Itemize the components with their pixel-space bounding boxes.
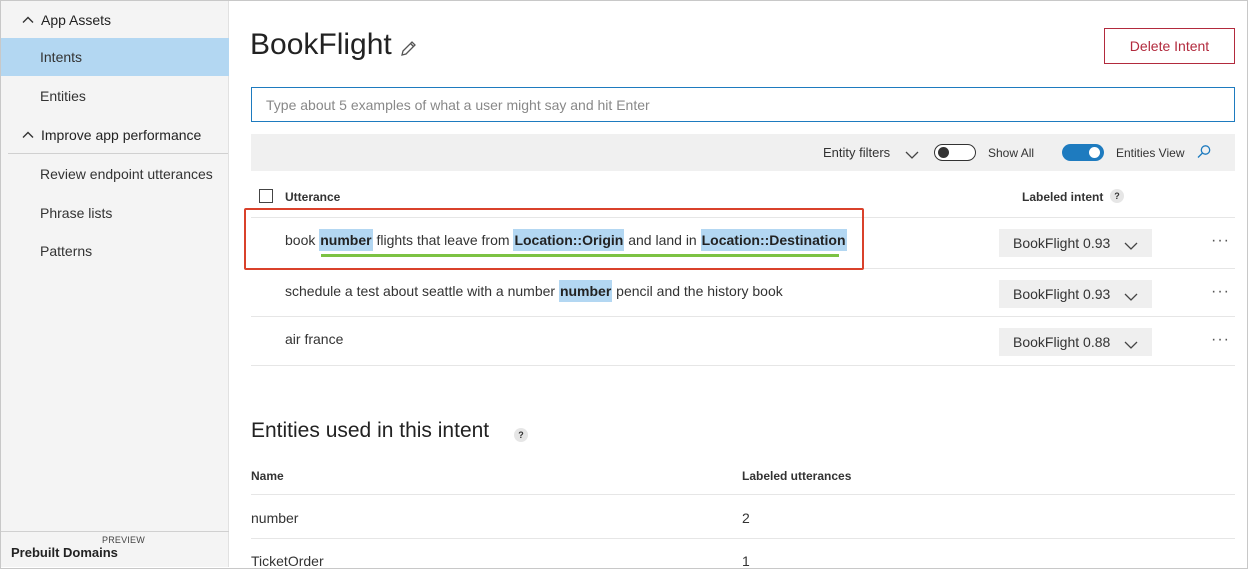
utterance-text: book number flights that leave from Loca…: [285, 229, 847, 251]
sidebar-item-entities[interactable]: Entities: [1, 77, 229, 115]
show-all-label: Show All: [988, 146, 1035, 160]
table-row[interactable]: book number flights that leave from Loca…: [251, 217, 1235, 267]
chevron-down-icon: [1124, 238, 1138, 254]
more-options-icon[interactable]: ···: [1211, 233, 1230, 249]
utterance-column-header[interactable]: Utterance: [285, 190, 340, 204]
utterance-text: air france: [285, 331, 344, 347]
entities-view-label: Entities View: [1116, 146, 1185, 160]
entities-view-toggle[interactable]: [1062, 144, 1104, 161]
intent-dropdown[interactable]: BookFlight 0.88: [999, 328, 1152, 356]
entity-label[interactable]: Location::Destination: [700, 229, 847, 251]
sidebar-item-review-endpoint[interactable]: Review endpoint utterances: [1, 155, 229, 193]
help-icon[interactable]: ?: [1110, 189, 1124, 203]
entity-count: 1: [742, 553, 750, 569]
sidebar-item-phrase-lists[interactable]: Phrase lists: [1, 194, 229, 232]
utterance-word: book: [285, 232, 320, 248]
sidebar-section-label: App Assets: [41, 12, 112, 28]
labeled-utterances-column-header[interactable]: Labeled utterances: [742, 469, 851, 483]
entity-label[interactable]: Location::Origin: [513, 229, 625, 251]
entity-name[interactable]: TicketOrder: [251, 553, 324, 569]
more-options-icon[interactable]: ···: [1211, 284, 1230, 300]
sidebar-section-label: Improve app performance: [41, 127, 202, 143]
intent-value: BookFlight 0.93: [1013, 286, 1111, 302]
preview-badge: PREVIEW: [102, 535, 145, 545]
utterance-text: schedule a test about seattle with a num…: [285, 280, 783, 302]
select-all-checkbox[interactable]: [259, 189, 273, 203]
table-row[interactable]: air france BookFlight 0.88 ···: [251, 316, 1235, 366]
utterance-word: and land in: [624, 232, 701, 248]
utterance-word: flights that leave from: [372, 232, 514, 248]
labeled-intent-column-header[interactable]: Labeled intent: [1022, 190, 1103, 204]
utterance-input[interactable]: [251, 87, 1235, 122]
entity-count: 2: [742, 510, 750, 526]
entity-name-column-header[interactable]: Name: [251, 469, 284, 483]
sidebar-section-improve[interactable]: Improve app performance: [1, 116, 229, 154]
intent-value: BookFlight 0.88: [1013, 334, 1111, 350]
search-icon[interactable]: [1196, 144, 1212, 165]
edit-icon[interactable]: [399, 38, 419, 58]
table-row[interactable]: schedule a test about seattle with a num…: [251, 268, 1235, 318]
chevron-up-icon: [22, 14, 34, 26]
sidebar-divider: [8, 153, 228, 154]
page-title: BookFlight: [250, 28, 392, 61]
intent-value: BookFlight 0.93: [1013, 235, 1111, 251]
entities-section-title: Entities used in this intent: [251, 419, 490, 442]
chevron-up-icon: [22, 129, 34, 141]
entity-filters-label[interactable]: Entity filters: [823, 145, 890, 160]
intent-dropdown[interactable]: BookFlight 0.93: [999, 280, 1152, 308]
table-row[interactable]: TicketOrder 1: [251, 538, 1235, 569]
entity-name[interactable]: number: [251, 510, 298, 526]
table-row[interactable]: number 2: [251, 494, 1235, 538]
utterance-word: pencil and the history book: [612, 283, 783, 299]
help-icon[interactable]: ?: [514, 428, 528, 442]
chevron-down-icon: [1124, 289, 1138, 305]
chevron-down-icon: [1124, 337, 1138, 353]
delete-intent-button[interactable]: Delete Intent: [1104, 28, 1235, 64]
sidebar: App Assets Intents Entities Improve app …: [1, 1, 229, 567]
sidebar-item-patterns[interactable]: Patterns: [1, 232, 229, 270]
intent-dropdown[interactable]: BookFlight 0.93: [999, 229, 1152, 257]
utterance-word: schedule a test about seattle with a num…: [285, 283, 559, 299]
sidebar-item-intents[interactable]: Intents: [1, 38, 229, 76]
filter-bar: Entity filters Show All Entities View: [251, 134, 1235, 171]
sidebar-item-prebuilt-domains[interactable]: PREVIEW Prebuilt Domains: [1, 531, 229, 567]
chevron-down-icon[interactable]: [905, 147, 919, 165]
prebuilt-domains-label: Prebuilt Domains: [11, 545, 118, 560]
entity-label[interactable]: number: [319, 229, 373, 251]
composite-entity-underline: [321, 254, 839, 257]
entity-label[interactable]: number: [558, 280, 613, 302]
more-options-icon[interactable]: ···: [1211, 332, 1230, 348]
sidebar-section-app-assets[interactable]: App Assets: [1, 1, 229, 39]
show-all-toggle[interactable]: [934, 144, 976, 161]
